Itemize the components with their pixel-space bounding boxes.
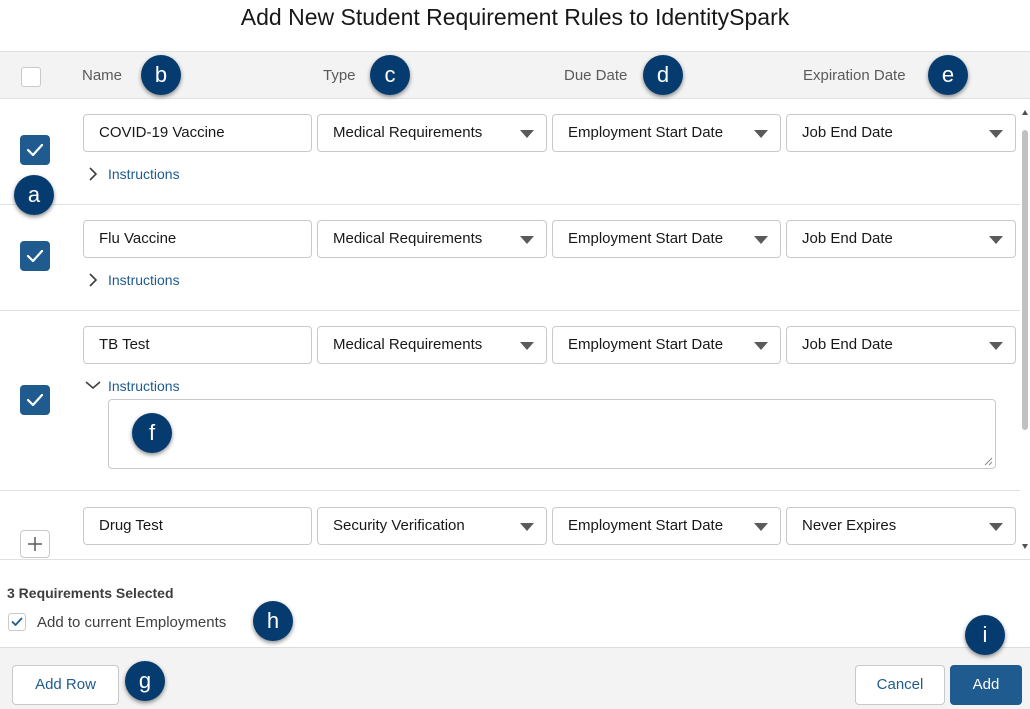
add-row-button[interactable]: Add Row	[12, 665, 119, 705]
check-icon	[11, 617, 23, 626]
dropdown-arrow-icon	[520, 523, 534, 531]
check-icon	[26, 249, 44, 263]
dropdown-arrow-icon	[754, 523, 768, 531]
column-type-header: Type	[323, 67, 356, 84]
expiration-date-select[interactable]: Job End Date	[786, 326, 1016, 364]
select-all-checkbox[interactable]	[21, 67, 41, 87]
callout-h: h	[253, 601, 293, 641]
instructions-textarea[interactable]	[108, 399, 996, 469]
requirement-name-input[interactable]: COVID-19 Vaccine	[83, 114, 312, 152]
dropdown-arrow-icon	[520, 342, 534, 350]
scroll-up-arrow-icon[interactable]	[1022, 110, 1028, 115]
selected-count-text: 3 Requirements Selected	[7, 585, 174, 601]
expiration-date-select-value: Job End Date	[802, 336, 893, 353]
instructions-toggle[interactable]: Instructions	[108, 272, 180, 288]
resize-grip-icon[interactable]	[983, 456, 993, 466]
type-select-value: Medical Requirements	[333, 336, 483, 353]
add-to-current-employments-label: Add to current Employments	[37, 614, 227, 631]
scrollbar[interactable]	[1020, 108, 1030, 552]
type-select[interactable]: Security Verification	[317, 507, 547, 545]
cancel-button[interactable]: Cancel	[855, 665, 945, 705]
expiration-date-select[interactable]: Job End Date	[786, 220, 1016, 258]
instructions-toggle[interactable]: Instructions	[108, 378, 180, 394]
type-select-value: Medical Requirements	[333, 124, 483, 141]
type-select[interactable]: Medical Requirements	[317, 326, 547, 364]
due-date-select-value: Employment Start Date	[568, 124, 724, 141]
callout-e: e	[928, 55, 968, 95]
due-date-select[interactable]: Employment Start Date	[552, 114, 781, 152]
add-to-current-employments-checkbox[interactable]	[8, 613, 26, 631]
type-select-value: Medical Requirements	[333, 230, 483, 247]
callout-c: c	[370, 55, 410, 95]
type-select[interactable]: Medical Requirements	[317, 114, 547, 152]
dropdown-arrow-icon	[989, 236, 1003, 244]
requirement-name-input[interactable]: Flu Vaccine	[83, 220, 312, 258]
row-checkbox[interactable]	[20, 241, 50, 271]
due-date-select-value: Employment Start Date	[568, 517, 724, 534]
expiration-date-select-value: Job End Date	[802, 124, 893, 141]
callout-d: d	[643, 55, 683, 95]
dropdown-arrow-icon	[989, 523, 1003, 531]
dropdown-arrow-icon	[520, 130, 534, 138]
dropdown-arrow-icon	[989, 130, 1003, 138]
instructions-toggle[interactable]: Instructions	[108, 166, 180, 182]
dropdown-arrow-icon	[754, 342, 768, 350]
expiration-date-select-value: Job End Date	[802, 230, 893, 247]
column-name-header: Name	[82, 67, 123, 84]
dropdown-arrow-icon	[754, 130, 768, 138]
due-date-select[interactable]: Employment Start Date	[552, 326, 781, 364]
add-button[interactable]: Add	[950, 665, 1022, 705]
dialog-title: Add New Student Requirement Rules to Ide…	[240, 4, 790, 30]
row-divider	[0, 204, 1020, 205]
row-divider	[0, 310, 1020, 311]
chevron-right-icon[interactable]	[88, 167, 98, 181]
callout-g: g	[125, 661, 165, 701]
due-date-select[interactable]: Employment Start Date	[552, 220, 781, 258]
requirement-name-input[interactable]: Drug Test	[83, 507, 312, 545]
type-select[interactable]: Medical Requirements	[317, 220, 547, 258]
due-date-select[interactable]: Employment Start Date	[552, 507, 781, 545]
add-row-plus-button[interactable]	[20, 530, 50, 558]
callout-i: i	[965, 615, 1005, 655]
dropdown-arrow-icon	[520, 236, 534, 244]
check-icon	[26, 393, 44, 407]
chevron-right-icon[interactable]	[88, 273, 98, 287]
due-date-select-value: Employment Start Date	[568, 230, 724, 247]
requirement-name-input[interactable]: TB Test	[83, 326, 312, 364]
row-divider	[0, 490, 1020, 491]
expiration-date-select[interactable]: Never Expires	[786, 507, 1016, 545]
check-icon	[26, 143, 44, 157]
column-due-date-header: Due Date	[564, 67, 628, 84]
callout-f: f	[132, 413, 172, 453]
chevron-down-icon[interactable]	[85, 380, 101, 390]
due-date-select-value: Employment Start Date	[568, 336, 724, 353]
plus-icon	[28, 537, 42, 551]
dropdown-arrow-icon	[754, 236, 768, 244]
row-checkbox[interactable]	[20, 135, 50, 165]
expiration-date-select-value: Never Expires	[802, 517, 897, 534]
callout-b: b	[141, 55, 181, 95]
scroll-down-arrow-icon[interactable]	[1022, 544, 1028, 549]
row-checkbox[interactable]	[20, 385, 50, 415]
scrollbar-thumb[interactable]	[1022, 130, 1028, 430]
type-select-value: Security Verification	[333, 517, 465, 534]
column-expiration-date-header: Expiration Date	[803, 67, 906, 84]
expiration-date-select[interactable]: Job End Date	[786, 114, 1016, 152]
selection-summary: 3 Requirements Selected Add to current E…	[0, 559, 1030, 648]
dropdown-arrow-icon	[989, 342, 1003, 350]
callout-a: a	[14, 175, 54, 215]
